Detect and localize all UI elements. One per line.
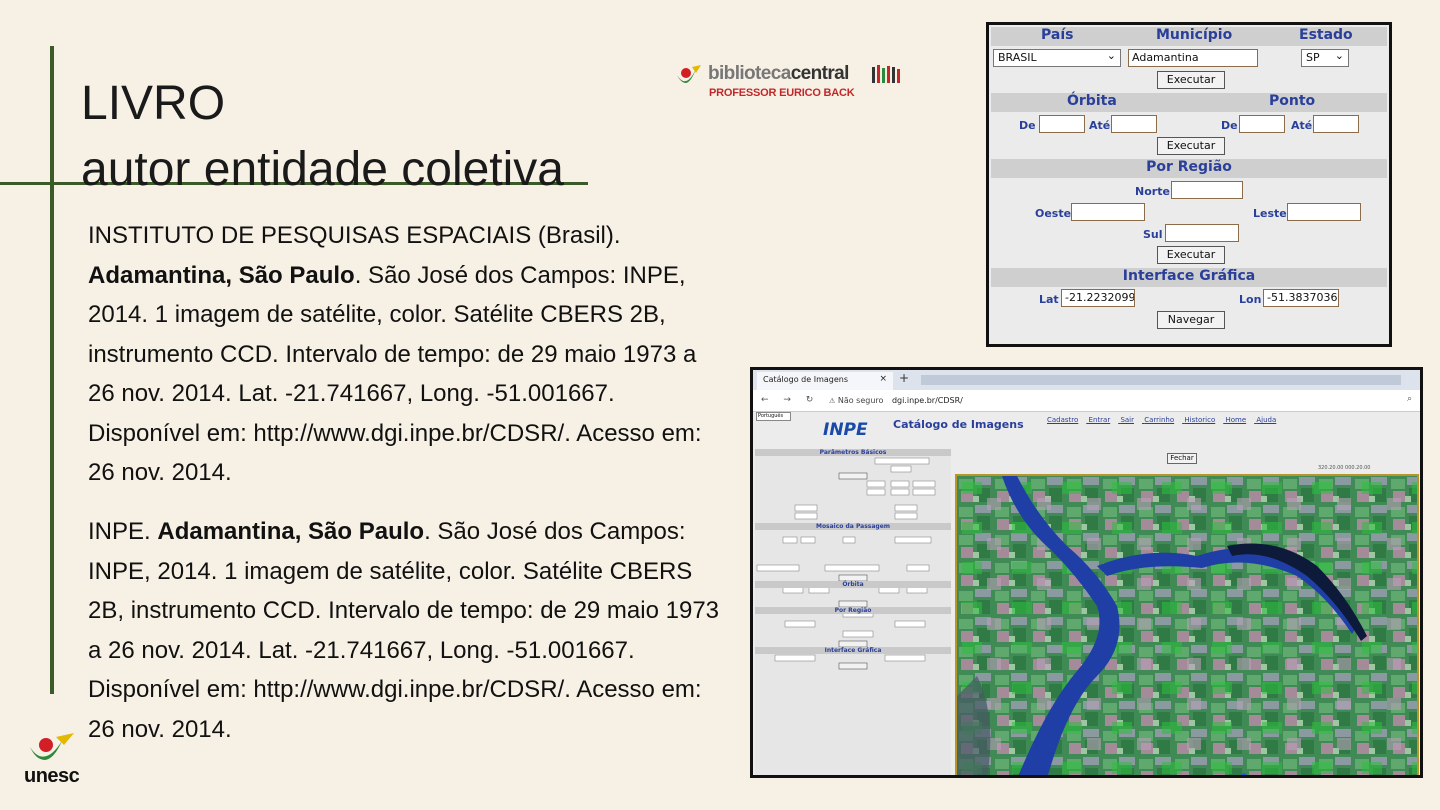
browser-screenshot: Catálogo de Imagens × + ← → ↻ ⚠ Não segu… <box>750 367 1423 778</box>
unesc-mark-icon <box>677 65 701 83</box>
lat-label: Lat <box>1039 293 1059 306</box>
menu-cadastro[interactable]: Cadastro <box>1047 416 1078 424</box>
menu-carrinho[interactable]: Carrinho <box>1144 416 1174 424</box>
close-icon[interactable]: × <box>879 374 887 384</box>
form-fields-graphic <box>756 457 936 670</box>
satellite-image[interactable] <box>955 474 1419 775</box>
pais-select[interactable]: BRASIL ⌄ <box>993 49 1121 67</box>
lat-input[interactable]: -21.2232099 <box>1061 289 1135 307</box>
language-select[interactable]: Português <box>756 412 791 421</box>
url-display[interactable]: ⚠ Não seguro dgi.inpe.br/CDSR/ <box>829 396 963 405</box>
sul-input[interactable] <box>1165 224 1239 242</box>
browser-address-bar[interactable]: ← → ↻ ⚠ Não seguro dgi.inpe.br/CDSR/ ⌕ <box>753 390 1420 412</box>
header-interface-grafica: Interface Gráfica <box>1122 268 1256 284</box>
url-text: dgi.inpe.br/CDSR/ <box>891 396 963 405</box>
menu-sair[interactable]: Sair <box>1120 416 1134 424</box>
header-por-regiao: Por Região <box>1146 159 1232 175</box>
estado-select[interactable]: SP ⌄ <box>1301 49 1349 67</box>
inpe-page-title: Catálogo de Imagens <box>893 418 1024 431</box>
tab-title: Catálogo de Imagens <box>763 375 848 384</box>
slide-subtitle: autor entidade coletiva <box>81 143 564 196</box>
header-row-orbita-ponto: Órbita Ponto <box>991 93 1387 112</box>
form-header-orbita: Órbita <box>755 581 951 588</box>
coordinates-readout: 320.20.00 000.20.00 <box>1318 465 1371 471</box>
unesc-logo: unesc <box>22 733 84 789</box>
reference-2-author: INPE. <box>88 518 158 545</box>
warning-icon: ⚠ <box>829 397 836 405</box>
menu-ajuda[interactable]: Ajuda <box>1256 416 1276 424</box>
fechar-button[interactable]: Fechar <box>1167 453 1197 464</box>
inpe-page-header: Português INPE Catálogo de Imagens Cadas… <box>753 412 1420 446</box>
unesc-emblem-icon <box>30 733 74 760</box>
norte-label: Norte <box>1135 185 1170 198</box>
leste-input[interactable] <box>1287 203 1361 221</box>
browser-tab-bar: Catálogo de Imagens × + <box>753 370 1420 390</box>
satellite-image-graphic <box>957 476 1417 775</box>
biblioteca-wordmark: bibliotecacentral <box>708 63 849 84</box>
search-icon[interactable]: ⌕ <box>1407 394 1412 404</box>
orbita-de-label: De <box>1019 119 1036 132</box>
form-header-regiao: Por Região <box>755 607 951 614</box>
header-ponto: Ponto <box>1269 93 1316 109</box>
oeste-input[interactable] <box>1071 203 1145 221</box>
navegar-button[interactable]: Navegar <box>1157 311 1225 329</box>
header-orbita: Órbita <box>1067 93 1117 109</box>
header-row-location: País Município Estado <box>991 27 1387 46</box>
form-header-parametros: Parâmetros Básicos <box>755 449 951 456</box>
executar-button-location[interactable]: Executar <box>1157 71 1225 89</box>
inpe-logo: INPE <box>823 420 868 440</box>
header-municipio: Município <box>1156 27 1233 43</box>
not-secure-label: Não seguro <box>837 396 884 405</box>
sul-label: Sul <box>1143 228 1163 241</box>
ponto-ate-label: Até <box>1291 119 1313 132</box>
menu-home[interactable]: Home <box>1225 416 1246 424</box>
reference-1-rest: . São José dos Campos: INPE, 2014. 1 ima… <box>88 261 702 487</box>
reference-2: INPE. Adamantina, São Paulo. São José do… <box>88 512 728 749</box>
chevron-down-icon: ⌄ <box>1106 49 1116 62</box>
chevron-down-icon: ⌄ <box>1334 49 1344 62</box>
form-header-mosaico: Mosaico da Passagem <box>755 523 951 530</box>
form-header-interface: Interface Gráfica <box>755 647 951 654</box>
oeste-label: Oeste <box>1035 207 1072 220</box>
header-estado: Estado <box>1299 27 1353 43</box>
slide-title: LIVRO <box>81 77 226 130</box>
reference-1: INSTITUTO DE PESQUISAS ESPACIAIS (Brasil… <box>88 216 728 493</box>
books-icon <box>872 65 900 83</box>
reference-2-rest: . São José dos Campos: INPE, 2014. 1 ima… <box>88 518 720 743</box>
inpe-search-form-screenshot: País Município Estado BRASIL ⌄ Adamantina… <box>986 22 1392 347</box>
inpe-left-form: Parâmetros Básicos Mosaico da Passagem Ó… <box>755 449 951 775</box>
norte-input[interactable] <box>1171 181 1243 199</box>
blurred-tabs <box>921 375 1401 385</box>
menu-entrar[interactable]: Entrar <box>1089 416 1111 424</box>
vertical-accent-line <box>50 46 54 694</box>
header-row-interface: Interface Gráfica <box>991 268 1387 287</box>
reference-2-title: Adamantina, São Paulo <box>157 518 425 545</box>
orbita-ate-label: Até <box>1089 119 1111 132</box>
unesc-wordmark: unesc <box>24 765 80 787</box>
executar-button-orbita[interactable]: Executar <box>1157 137 1225 155</box>
biblioteca-central-logo: bibliotecacentral PROFESSOR EURICO BACK <box>672 62 908 104</box>
orbita-de-input[interactable] <box>1039 115 1085 133</box>
reference-1-title: Adamantina, São Paulo <box>88 261 355 289</box>
orbita-ate-input[interactable] <box>1111 115 1157 133</box>
lon-input[interactable]: -51.3837036 <box>1263 289 1339 307</box>
reference-1-author: INSTITUTO DE PESQUISAS ESPACIAIS (Brasil… <box>88 222 621 249</box>
biblioteca-subtitle: PROFESSOR EURICO BACK <box>709 87 855 99</box>
header-row-regiao: Por Região <box>991 159 1387 178</box>
navigation-icons[interactable]: ← → ↻ <box>761 395 819 405</box>
browser-tab[interactable]: Catálogo de Imagens × <box>757 372 893 390</box>
ponto-de-input[interactable] <box>1239 115 1285 133</box>
new-tab-icon[interactable]: + <box>899 371 909 385</box>
municipio-input[interactable]: Adamantina <box>1128 49 1258 67</box>
ponto-de-label: De <box>1221 119 1238 132</box>
header-pais: País <box>1041 27 1074 43</box>
ponto-ate-input[interactable] <box>1313 115 1359 133</box>
leste-label: Leste <box>1253 207 1287 220</box>
inpe-menu: Cadastro Entrar Sair Carrinho Historico … <box>1047 416 1284 424</box>
menu-historico[interactable]: Historico <box>1184 416 1215 424</box>
executar-button-regiao[interactable]: Executar <box>1157 246 1225 264</box>
lon-label: Lon <box>1239 293 1262 306</box>
